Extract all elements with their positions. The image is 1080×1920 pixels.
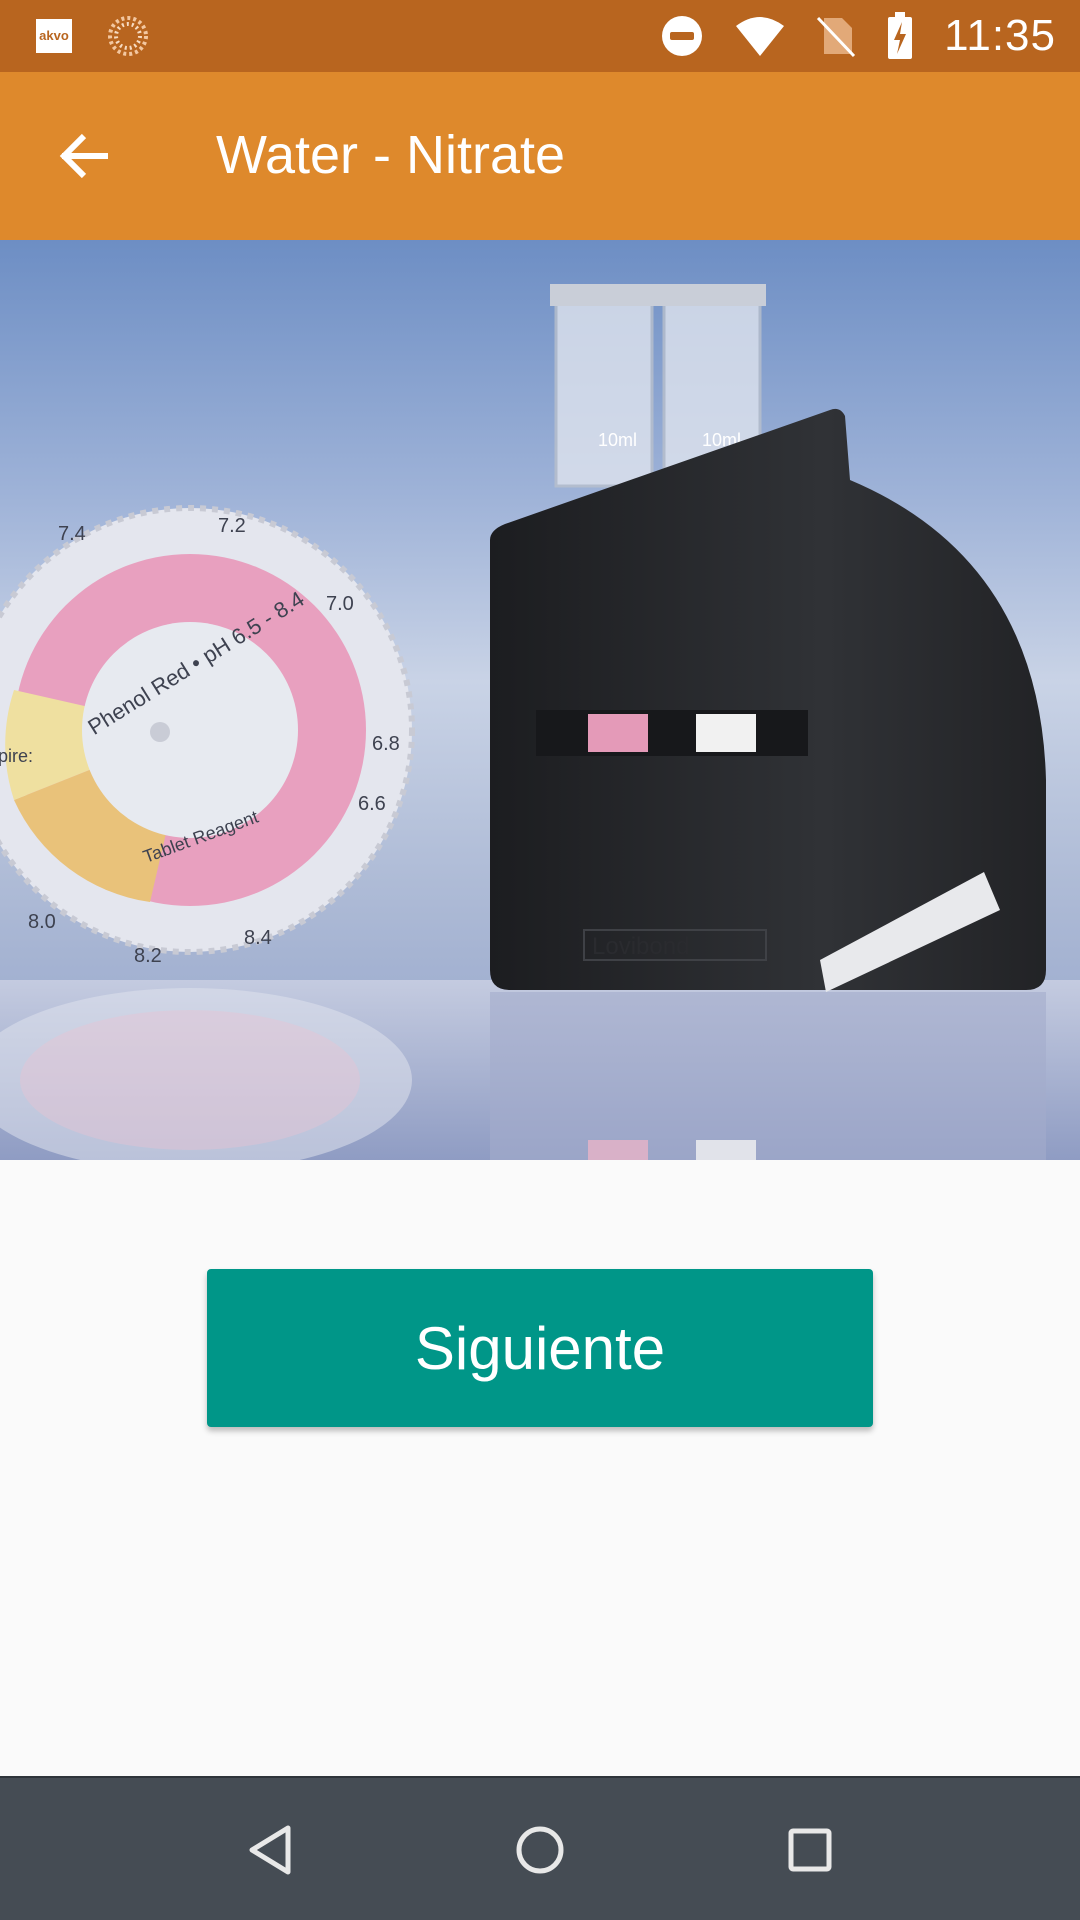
nav-recents-button[interactable] <box>770 1810 850 1890</box>
dial-tick-80: 8.0 <box>28 911 56 933</box>
tube-label-left: 10ml <box>598 430 637 450</box>
main-content: Siguiente <box>0 1160 1080 1776</box>
nav-home-button[interactable] <box>500 1810 580 1890</box>
dial-tick-84: 8.4 <box>244 927 272 949</box>
nav-back-button[interactable] <box>230 1810 310 1890</box>
app-bar: Water - Nitrate <box>0 72 1080 240</box>
color-disc: Phenol Red • pH 6.5 - 8.4 Tablet Reagent… <box>0 505 415 1160</box>
dial-tick-82: 8.2 <box>134 945 162 967</box>
dial-tick-70: 7.0 <box>326 593 354 615</box>
comparator-kit-illustration: Phenol Red • pH 6.5 - 8.4 Tablet Reagent… <box>0 284 1080 1160</box>
battery-charging-icon <box>888 12 913 59</box>
dial-tick-66: 6.6 <box>358 793 386 815</box>
dial-tick-72: 7.2 <box>218 515 246 537</box>
next-button[interactable]: Siguiente <box>207 1269 873 1427</box>
loading-spinner-icon <box>108 16 148 56</box>
page-title: Water - Nitrate <box>216 125 566 185</box>
dial-label-left: pire: <box>0 746 33 766</box>
back-button[interactable] <box>44 116 124 196</box>
home-circle-icon <box>516 1826 564 1874</box>
dial-tick-74: 7.4 <box>58 523 86 545</box>
arrow-back-icon <box>59 133 108 179</box>
status-bar: akvo 11:35 <box>0 0 1080 72</box>
recents-square-icon <box>788 1828 832 1872</box>
do-not-disturb-icon <box>662 16 703 56</box>
wifi-icon <box>736 17 785 56</box>
brand-label: Lovibond <box>592 933 689 960</box>
comparator-kit-photo: Phenol Red • pH 6.5 - 8.4 Tablet Reagent… <box>0 240 1080 1160</box>
akvo-app-icon: akvo <box>36 19 72 53</box>
back-triangle-icon <box>249 1825 291 1875</box>
navigation-bar <box>0 1776 1080 1920</box>
comparator-device: Lovibond <box>490 408 1046 1160</box>
status-time: 11:35 <box>944 11 1056 60</box>
dial-tick-68: 6.8 <box>372 733 400 755</box>
no-sim-icon <box>817 16 856 58</box>
